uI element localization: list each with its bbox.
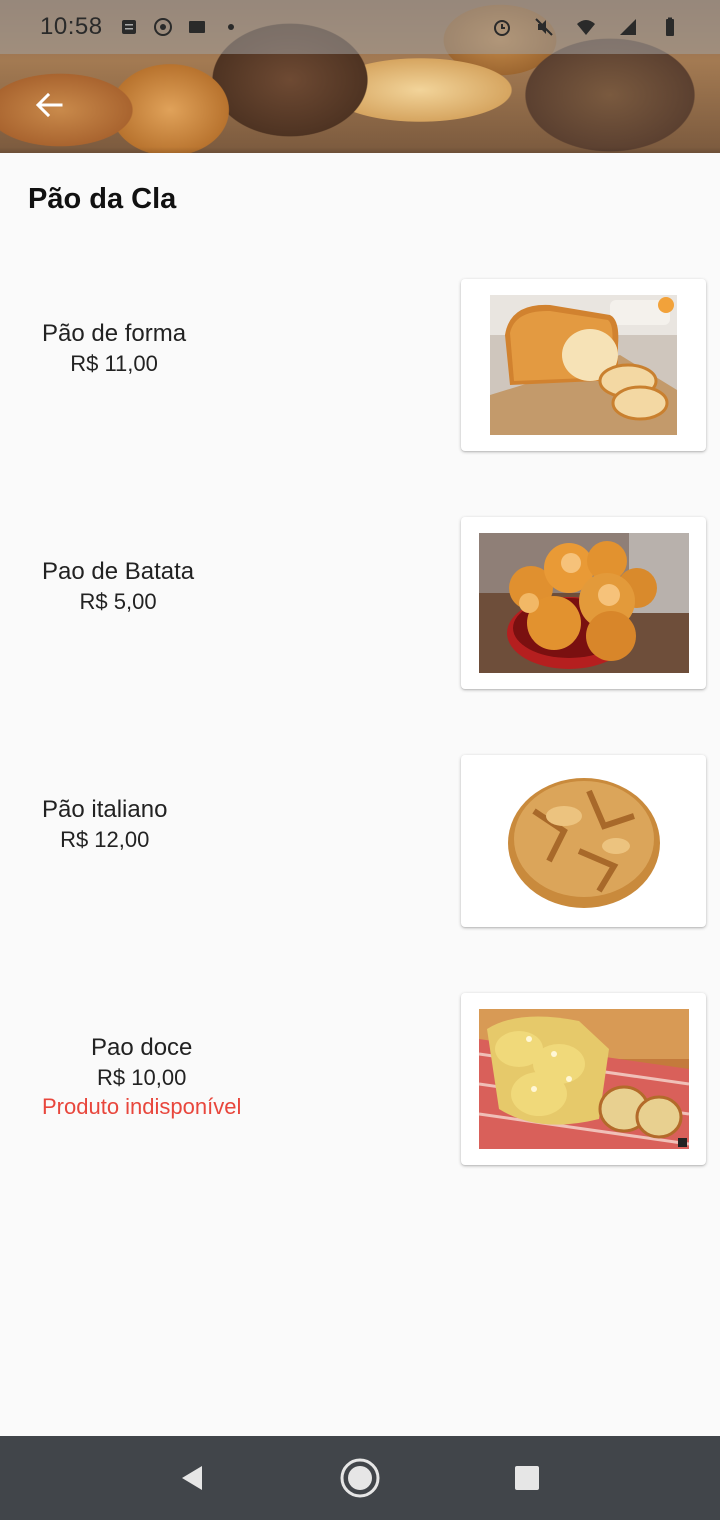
wifi-icon — [576, 17, 596, 37]
nav-back-button[interactable] — [168, 1453, 218, 1503]
product-image-card[interactable] — [461, 755, 706, 927]
product-image — [490, 295, 677, 435]
status-bar: 10:58 — [0, 0, 720, 54]
signal-icon — [618, 17, 638, 37]
product-info: Pao doce R$ 10,00 Produto indisponível — [42, 1033, 241, 1121]
product-image — [478, 533, 689, 673]
alarm-icon — [492, 17, 512, 37]
product-image — [478, 1009, 689, 1149]
product-image-card[interactable] — [461, 279, 706, 451]
product-name: Pao de Batata — [42, 558, 195, 585]
product-price: R$ 12,00 — [60, 827, 150, 852]
product-price: R$ 5,00 — [79, 589, 157, 614]
mute-icon — [534, 17, 554, 37]
circle-home-icon — [340, 1458, 380, 1498]
page-title: Pão da Cla — [28, 183, 177, 215]
product-price: R$ 10,00 — [97, 1065, 187, 1090]
product-info: Pão de forma R$ 11,00 — [42, 319, 186, 379]
battery-icon — [660, 17, 680, 37]
product-item[interactable]: Pao doce R$ 10,00 Produto indisponível — [0, 993, 720, 1169]
whatsapp-icon — [153, 17, 173, 37]
product-item[interactable]: Pão de forma R$ 11,00 — [0, 279, 720, 455]
product-name: Pão de forma — [42, 320, 187, 347]
notification-icon — [119, 17, 139, 37]
navigation-bar — [0, 1436, 720, 1520]
product-image — [507, 778, 660, 908]
nav-home-button[interactable] — [335, 1453, 385, 1503]
product-item[interactable]: Pão italiano R$ 12,00 — [0, 755, 720, 931]
product-info: Pao de Batata R$ 5,00 — [42, 557, 194, 617]
product-info: Pão italiano R$ 12,00 — [42, 795, 167, 855]
product-item[interactable]: Pao de Batata R$ 5,00 — [0, 517, 720, 693]
message-icon — [187, 17, 207, 37]
product-name: Pao doce — [90, 1034, 193, 1061]
square-recents-icon — [514, 1466, 539, 1490]
triangle-back-icon — [182, 1466, 203, 1490]
back-button[interactable] — [30, 86, 68, 124]
nav-recents-button[interactable] — [502, 1453, 552, 1503]
status-time: 10:58 — [40, 13, 103, 40]
product-image-card[interactable] — [461, 993, 706, 1165]
product-price: R$ 11,00 — [70, 351, 158, 376]
product-unavailable-label: Produto indisponível — [42, 1094, 242, 1119]
product-image-card[interactable] — [461, 517, 706, 689]
product-name: Pão italiano — [42, 796, 168, 823]
dot-icon — [221, 17, 241, 37]
arrow-left-icon — [35, 92, 63, 118]
header-banner: 10:58 — [0, 0, 720, 153]
